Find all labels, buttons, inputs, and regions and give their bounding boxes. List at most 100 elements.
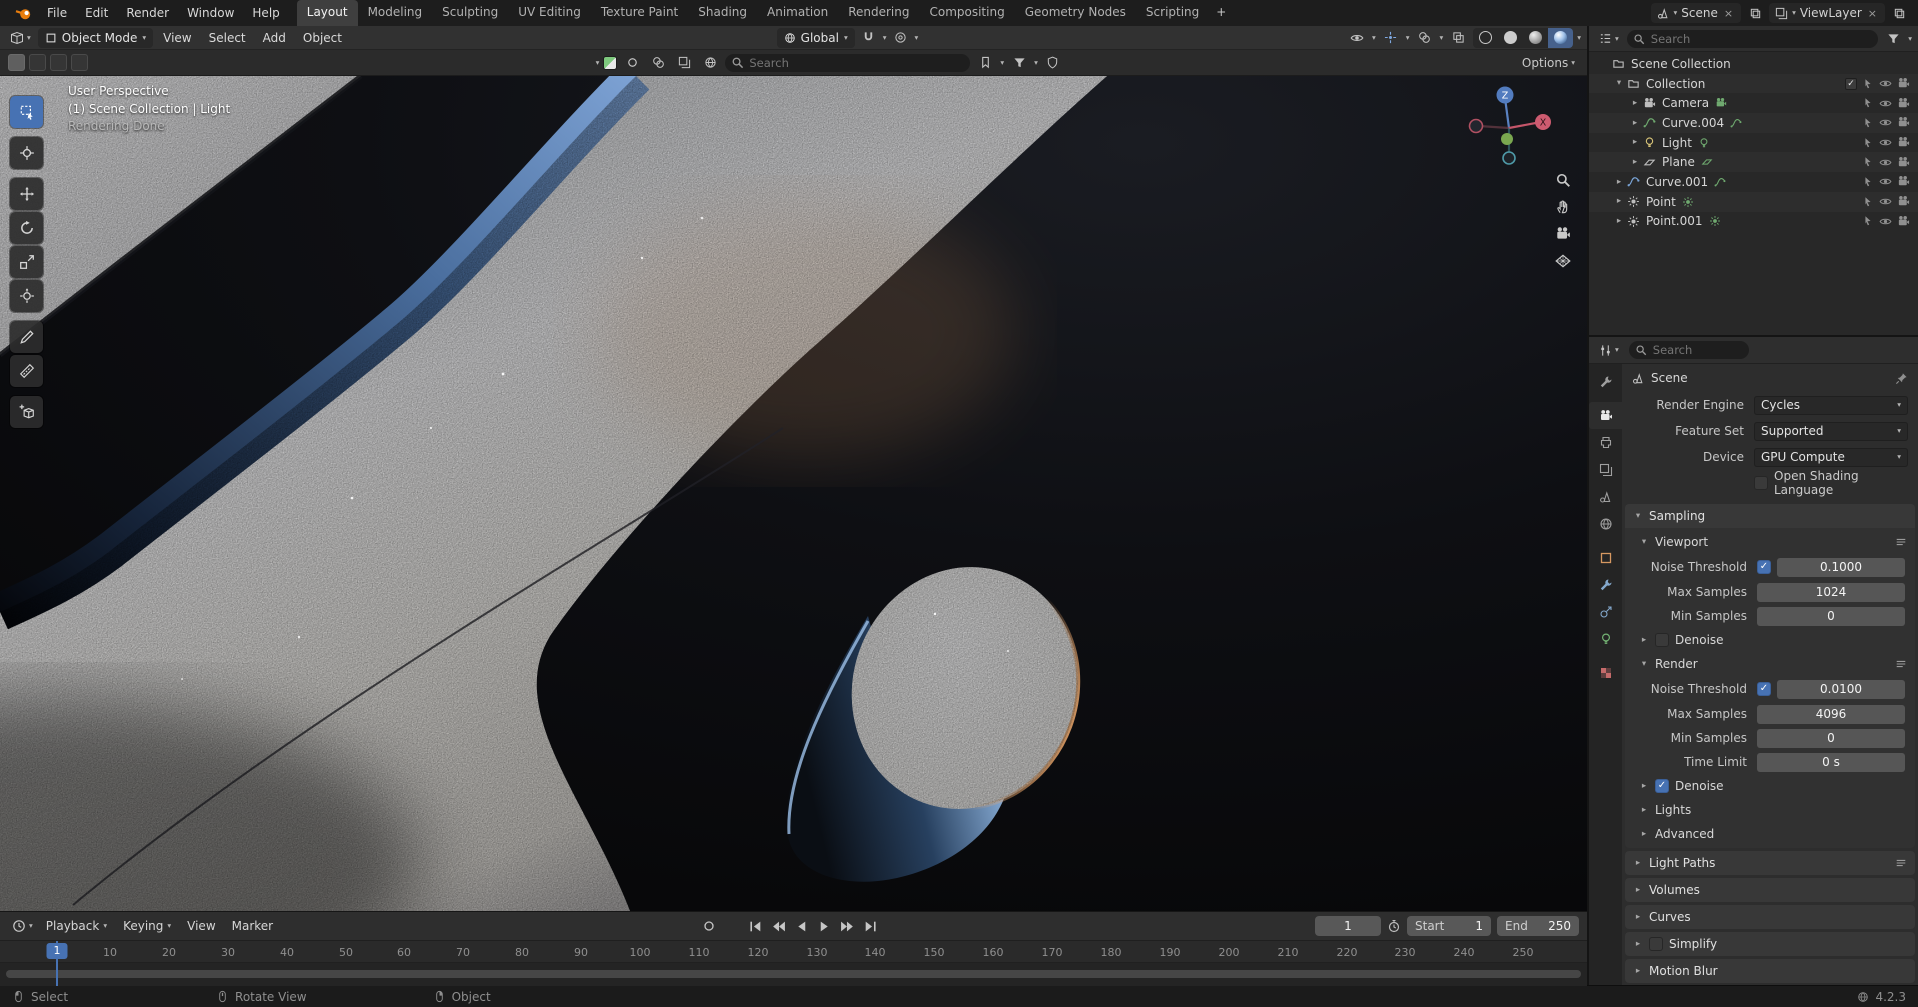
- max-samples-value[interactable]: 4096: [1757, 704, 1905, 724]
- tab-texture[interactable]: [1589, 659, 1622, 686]
- select-mode-subtract-button[interactable]: [50, 54, 67, 71]
- axis-negative-z-button[interactable]: [1502, 151, 1516, 165]
- tool-cursor[interactable]: [10, 137, 43, 169]
- remove-view-layer-icon[interactable]: [1866, 7, 1879, 20]
- section-motion-blur[interactable]: Motion Blur: [1625, 959, 1915, 983]
- workspace-tab-rendering[interactable]: Rendering: [838, 0, 919, 26]
- render-visibility-icon[interactable]: [1897, 215, 1910, 228]
- blender-menu-button[interactable]: [8, 6, 38, 21]
- noise-threshold-checkbox[interactable]: [1757, 560, 1771, 574]
- bookmark-dropdown-icon[interactable]: [1000, 59, 1004, 67]
- tab-object-data[interactable]: [1589, 625, 1622, 652]
- tab-view-layer[interactable]: [1589, 456, 1622, 483]
- tab-scene[interactable]: [1589, 483, 1622, 510]
- show-overlays-toggle[interactable]: [1413, 28, 1435, 48]
- hide-eye-icon[interactable]: [1879, 175, 1892, 188]
- transform-orientation-dropdown[interactable]: Global: [776, 27, 855, 48]
- navigation-gizmo[interactable]: Z X: [1463, 80, 1559, 176]
- proportional-editing-toggle[interactable]: [889, 28, 911, 48]
- timeline-scrollbar[interactable]: [6, 970, 1581, 978]
- render-visibility-icon[interactable]: [1897, 156, 1910, 169]
- snap-dropdown-icon[interactable]: [883, 34, 887, 42]
- tab-output[interactable]: [1589, 429, 1622, 456]
- menu-marker[interactable]: Marker: [225, 919, 280, 933]
- visibility-dropdown-icon[interactable]: [1372, 34, 1376, 42]
- jump-to-start-button[interactable]: [748, 919, 763, 934]
- hide-eye-icon[interactable]: [1879, 136, 1892, 149]
- presets-menu-icon[interactable]: [1895, 658, 1907, 670]
- hide-eye-icon[interactable]: [1879, 97, 1892, 110]
- options-dropdown[interactable]: Options: [1518, 54, 1579, 72]
- shield-button[interactable]: [1042, 53, 1064, 73]
- section-light-paths[interactable]: Light Paths: [1625, 851, 1915, 875]
- select-mode-extend-button[interactable]: [29, 54, 46, 71]
- timeline-ruler[interactable]: 1 10 20 30 40 50 60 70 80 90 100 110 120…: [0, 941, 1587, 963]
- outliner-row-curve-004[interactable]: Curve.004: [1589, 113, 1918, 133]
- tool-rotate[interactable]: [10, 212, 43, 244]
- frame-end-field[interactable]: End 250: [1497, 916, 1579, 936]
- hide-eye-icon[interactable]: [1879, 116, 1892, 129]
- tab-render[interactable]: [1589, 402, 1622, 429]
- noise-threshold-checkbox[interactable]: [1757, 682, 1771, 696]
- selectable-icon[interactable]: [1862, 117, 1874, 129]
- filter-dropdown-icon[interactable]: [1908, 35, 1912, 43]
- menu-edit[interactable]: Edit: [76, 0, 117, 26]
- tab-physics[interactable]: [1589, 598, 1622, 625]
- disclosure-closed-icon[interactable]: [1614, 178, 1624, 187]
- select-mode-set-button[interactable]: [8, 54, 25, 71]
- workspace-tab-uv-editing[interactable]: UV Editing: [508, 0, 591, 26]
- xray-toggle[interactable]: [1447, 28, 1469, 48]
- noise-threshold-value[interactable]: 0.0100: [1777, 679, 1905, 699]
- outliner-row-curve-001[interactable]: Curve.001: [1589, 172, 1918, 192]
- render-visibility-icon[interactable]: [1897, 175, 1910, 188]
- render-visibility-icon[interactable]: [1897, 77, 1910, 90]
- selectable-icon[interactable]: [1862, 156, 1874, 168]
- outliner-filter-button[interactable]: [1882, 29, 1904, 49]
- render-engine-dropdown[interactable]: Cycles: [1754, 395, 1908, 415]
- workspace-tab-modeling[interactable]: Modeling: [358, 0, 433, 26]
- timeline-track[interactable]: [0, 963, 1587, 986]
- render-denoise-checkbox[interactable]: [1655, 779, 1669, 793]
- min-samples-value[interactable]: 0: [1757, 728, 1905, 748]
- view-layer-selector[interactable]: ViewLayer: [1769, 3, 1885, 23]
- next-keyframe-button[interactable]: [840, 919, 855, 934]
- device-dropdown[interactable]: GPU Compute: [1754, 447, 1908, 467]
- outliner-item-label[interactable]: Curve.004: [1659, 116, 1727, 130]
- presets-menu-icon[interactable]: [1895, 536, 1907, 548]
- feature-set-dropdown[interactable]: Supported: [1754, 421, 1908, 441]
- outliner-row-light[interactable]: Light: [1589, 133, 1918, 153]
- timeline-body[interactable]: 1 10 20 30 40 50 60 70 80 90 100 110 120…: [0, 941, 1587, 986]
- frame-start-field[interactable]: Start 1: [1407, 916, 1491, 936]
- simplify-checkbox[interactable]: [1649, 937, 1663, 951]
- menu-keying[interactable]: Keying: [116, 919, 178, 933]
- camera-view-icon[interactable]: [1555, 226, 1571, 242]
- menu-view[interactable]: View: [156, 31, 198, 45]
- playhead-frame-badge[interactable]: 1: [46, 943, 68, 959]
- hide-eye-icon[interactable]: [1879, 195, 1892, 208]
- menu-add[interactable]: Add: [256, 31, 293, 45]
- disclosure-closed-icon[interactable]: [1614, 217, 1624, 226]
- tool-move[interactable]: [10, 178, 43, 210]
- snap-toggle[interactable]: [858, 28, 880, 48]
- workspace-tab-animation[interactable]: Animation: [757, 0, 838, 26]
- noise-threshold-value[interactable]: 0.1000: [1777, 557, 1905, 577]
- render-visibility-icon[interactable]: [1897, 97, 1910, 110]
- osl-checkbox[interactable]: [1754, 476, 1768, 490]
- stopwatch-icon[interactable]: [1387, 919, 1401, 933]
- tool-option-circle[interactable]: [621, 53, 643, 73]
- pan-hand-icon[interactable]: [1555, 199, 1571, 215]
- shading-material-button[interactable]: [1523, 28, 1548, 48]
- outliner-row-scene-collection[interactable]: Scene Collection: [1589, 54, 1918, 74]
- previous-keyframe-button[interactable]: [771, 919, 786, 934]
- menu-window[interactable]: Window: [178, 0, 243, 26]
- render-visibility-icon[interactable]: [1897, 195, 1910, 208]
- disclosure-closed-icon[interactable]: [1630, 158, 1640, 167]
- workspace-tab-compositing[interactable]: Compositing: [919, 0, 1014, 26]
- outliner-row-point[interactable]: Point: [1589, 192, 1918, 212]
- tool-option-world[interactable]: [699, 53, 721, 73]
- play-button[interactable]: [817, 919, 832, 934]
- tool-select-box[interactable]: [10, 96, 43, 128]
- mode-dropdown[interactable]: Object Mode: [37, 27, 154, 48]
- outliner-row-plane[interactable]: Plane: [1589, 152, 1918, 172]
- workspace-tab-texture-paint[interactable]: Texture Paint: [591, 0, 688, 26]
